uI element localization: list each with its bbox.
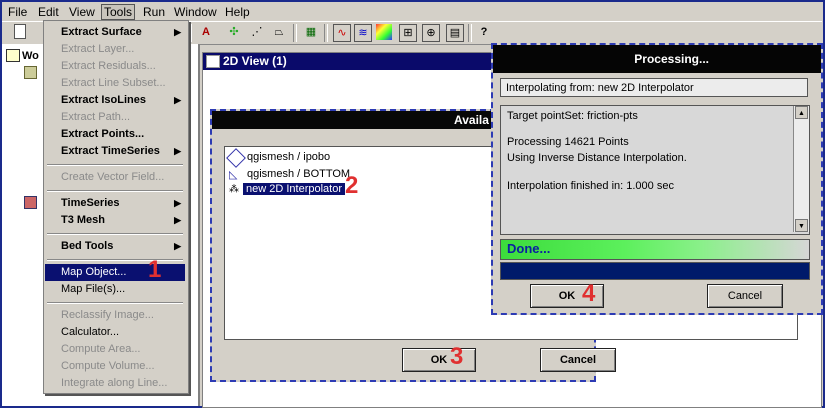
log-scrollbar[interactable]: ▲ ▼ xyxy=(793,106,809,232)
menu-item-extract-surface[interactable]: Extract Surface ▶ xyxy=(45,24,185,41)
menu-bar: File Edit View Tools Run Window Help xyxy=(2,3,822,20)
help-icon[interactable]: ? xyxy=(476,24,492,40)
menu-separator xyxy=(47,259,183,261)
menu-item-create-vector-field: Create Vector Field... xyxy=(61,171,165,183)
menu-item-label: TimeSeries xyxy=(61,197,120,209)
menu-item-extract-line-subset: Extract Line Subset... xyxy=(61,77,166,89)
menu-item-reclassify-image: Reclassify Image... xyxy=(61,309,154,321)
submenu-arrow-icon: ▶ xyxy=(174,215,181,225)
menu-item-extract-layer: Extract Layer... xyxy=(61,43,135,55)
menu-item-extract-residuals: Extract Residuals... xyxy=(61,60,156,72)
submenu-arrow-icon: ▶ xyxy=(174,146,181,156)
menu-view[interactable]: View xyxy=(69,5,95,19)
list-item-selected[interactable]: new 2D Interpolator xyxy=(243,183,345,195)
text-tool-icon[interactable]: A xyxy=(198,24,214,40)
step-marker-4: 4 xyxy=(582,280,596,307)
menu-item-integrate-along-line: Integrate along Line... xyxy=(61,377,168,389)
log-line: Processing 14621 Points xyxy=(507,136,629,148)
log-line: Using Inverse Distance Interpolation. xyxy=(507,152,687,164)
menu-separator xyxy=(47,233,183,235)
grid-view-icon[interactable]: ⊞ xyxy=(399,24,417,42)
toolbar-separator xyxy=(293,24,297,42)
menu-item-map-files[interactable]: Map File(s)... xyxy=(45,281,185,298)
menu-edit[interactable]: Edit xyxy=(38,5,59,19)
menu-item-bed-tools[interactable]: Bed Tools ▶ xyxy=(45,238,185,255)
menu-help[interactable]: Help xyxy=(225,5,250,19)
menu-file[interactable]: File xyxy=(8,5,27,19)
menu-separator xyxy=(47,302,183,304)
list-item[interactable]: qgismesh / BOTTOM xyxy=(247,168,350,180)
toolbar-separator xyxy=(468,24,472,42)
submenu-arrow-icon: ▶ xyxy=(174,241,181,251)
submenu-arrow-icon: ▶ xyxy=(174,95,181,105)
menu-item-timeseries[interactable]: TimeSeries ▶ xyxy=(45,195,185,212)
available-cancel-button[interactable]: Cancel xyxy=(540,348,616,372)
processing-cancel-button[interactable]: Cancel xyxy=(707,284,783,308)
menu-separator xyxy=(47,190,183,192)
scroll-up-icon[interactable]: ▲ xyxy=(795,106,808,119)
step-marker-3: 3 xyxy=(450,343,464,370)
folder-icon xyxy=(24,66,37,79)
interpolator-icon: ⁂ xyxy=(229,184,239,195)
layer-icon xyxy=(24,196,37,209)
menu-window[interactable]: Window xyxy=(174,5,217,19)
menu-item-label: Extract Surface xyxy=(61,26,142,38)
menu-item-extract-path: Extract Path... xyxy=(61,111,131,123)
menu-run[interactable]: Run xyxy=(143,5,165,19)
toolbar-separator xyxy=(324,24,328,42)
processing-log: Target pointSet: friction-pts Processing… xyxy=(500,105,810,235)
points-tool-icon[interactable]: ✣ xyxy=(226,24,242,40)
scroll-down-icon[interactable]: ▼ xyxy=(795,219,808,232)
menu-item-t3-mesh[interactable]: T3 Mesh ▶ xyxy=(45,212,185,229)
menu-item-extract-isolines[interactable]: Extract IsoLines ▶ xyxy=(45,92,185,109)
mesh-icon: ◺ xyxy=(229,169,238,181)
processing-dialog-title: Processing... xyxy=(634,52,709,66)
menu-item-label: Bed Tools xyxy=(61,240,114,252)
submenu-arrow-icon: ▶ xyxy=(174,198,181,208)
menu-separator xyxy=(47,164,183,166)
menu-item-label: T3 Mesh xyxy=(61,214,106,226)
color-map-icon[interactable] xyxy=(376,24,392,40)
view-2d-icon xyxy=(206,55,220,68)
processing-dialog: Processing... Interpolating from: new 2D… xyxy=(491,43,823,315)
log-line: Interpolation finished in: 1.000 sec xyxy=(507,180,674,192)
menu-item-extract-points[interactable]: Extract Points... xyxy=(45,126,185,143)
tree-root[interactable]: Wo xyxy=(22,50,39,62)
progress-status: Done... xyxy=(507,241,551,256)
line-tool-icon[interactable]: ⋰ xyxy=(249,24,265,40)
calculator-icon[interactable]: ▦ xyxy=(303,24,319,40)
polygon-tool-icon[interactable]: ⏢ xyxy=(271,24,287,40)
profile-view-icon[interactable]: ≋ xyxy=(354,24,372,42)
progress-bar: Done... xyxy=(500,239,810,260)
submenu-arrow-icon: ▶ xyxy=(174,27,181,37)
step-marker-2: 2 xyxy=(345,172,359,199)
interpolating-from-field: Interpolating from: new 2D Interpolator xyxy=(500,78,808,97)
menu-item-label: Extract TimeSeries xyxy=(61,145,160,157)
menu-tools[interactable]: Tools xyxy=(101,4,136,20)
log-line: Target pointSet: friction-pts xyxy=(507,110,638,122)
tools-menu: Extract Surface ▶ Extract Layer... Extrac… xyxy=(43,20,189,394)
menu-item-label: Extract IsoLines xyxy=(61,94,146,106)
step-marker-1: 1 xyxy=(148,256,162,283)
list-item[interactable]: qgismesh / ipobo xyxy=(247,151,330,163)
view-2d-title: 2D View (1) xyxy=(223,54,287,68)
new-file-icon[interactable] xyxy=(14,24,26,39)
globe-view-icon[interactable]: ⊕ xyxy=(422,24,440,42)
mesh-icon xyxy=(226,148,246,168)
graph-view-icon[interactable]: ∿ xyxy=(333,24,351,42)
available-dialog-title: Availa xyxy=(454,113,489,127)
table-view-icon[interactable]: ▤ xyxy=(446,24,464,42)
menu-item-compute-area: Compute Area... xyxy=(61,343,141,355)
available-ok-button[interactable]: OK xyxy=(402,348,476,372)
menu-item-calculator[interactable]: Calculator... xyxy=(45,324,185,341)
processing-dialog-titlebar: Processing... xyxy=(493,45,821,73)
menu-item-extract-timeseries[interactable]: Extract TimeSeries ▶ xyxy=(45,143,185,160)
menu-item-compute-volume: Compute Volume... xyxy=(61,360,155,372)
workspace-icon xyxy=(6,49,20,62)
menu-item-map-object[interactable]: Map Object... xyxy=(45,264,185,281)
secondary-progress-bar xyxy=(500,262,810,280)
